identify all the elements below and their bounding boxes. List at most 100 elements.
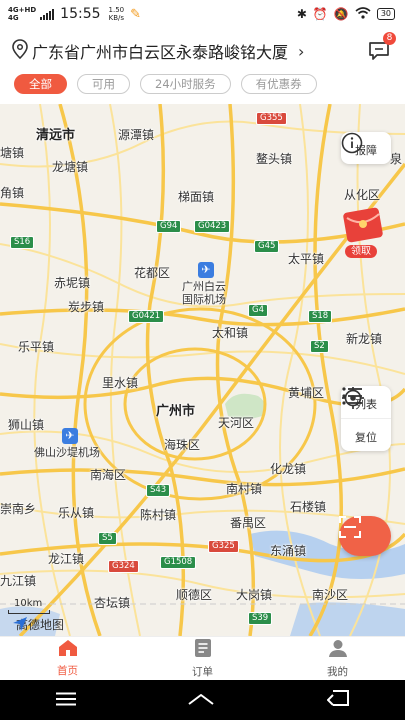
map-view[interactable]: 清远市 源潭镇 塘镇 龙塘镇 角镇 鳌头镇 梯面镇 从化区 泉 赤坭镇 花都区 … [0,104,405,636]
locate-button[interactable]: 复位 [341,387,391,451]
location-pin-icon [12,39,28,63]
road-shield: S39 [248,612,273,625]
report-button[interactable]: 报障 [341,132,391,164]
wifi-icon [355,6,371,22]
filter-all[interactable]: 全部 [14,74,67,94]
road-shield: G94 [156,220,182,233]
locate-label: 复位 [355,431,377,444]
map-place: 顺德区 [176,588,213,602]
map-scale-bar [8,610,50,614]
system-nav-bar [0,680,405,720]
airport-icon: ✈ [198,262,214,278]
map-scale-label: 10km [14,598,43,609]
road-shield: G45 [254,240,280,253]
road-shield: G0423 [194,220,231,233]
airport-name-line2: 国际机场 [182,293,226,306]
map-place: 崇南乡 [0,502,37,516]
profile-icon [328,638,348,661]
airport-icon: ✈ [62,428,78,444]
map-place: 天河区 [218,416,255,430]
tab-home-label: 首页 [57,665,78,677]
map-place: 东涌镇 [270,544,307,558]
order-icon [194,638,212,661]
map-place: 九江镇 [0,574,37,588]
speed-value: 1.50 [108,6,125,14]
road-shield: G1508 [160,556,197,569]
map-logo: 高德地图 [12,616,64,633]
road-shield: S16 [10,236,35,249]
map-place: 新龙镇 [346,332,383,346]
map-place: 狮山镇 [8,418,45,432]
road-shield: S18 [308,310,333,323]
home-icon [58,639,78,660]
map-place: 南沙区 [312,588,349,602]
clock: 15:55 [60,6,101,22]
map-place: 陈村镇 [140,508,177,522]
network-speed: 1.50 KB/s [109,6,125,22]
location-bar[interactable]: 广东省广州市白云区永泰路峻铭大厦 › 8 [0,32,405,68]
road-shield: S43 [146,484,171,497]
filter-chips: 全部 可用 24小时服务 有优惠券 [14,74,317,94]
status-bar: 4G+HD 4G 15:55 1.50 KB/s ✎ ✱ ⏰ 🔕 30 [0,0,405,28]
map-place: 海珠区 [164,438,201,452]
road-shield: S2 [310,340,329,353]
report-card: 报障 [341,132,391,164]
map-place: 泉 [390,152,403,166]
map-place: 塘镇 [0,146,25,160]
map-place: 清远市 [36,128,76,143]
map-place: 太和镇 [212,326,249,340]
message-button[interactable]: 8 [367,32,396,64]
map-place: 花都区 [134,266,171,280]
map-tools-card: 列表 复位 [341,386,391,451]
tab-profile-label: 我的 [327,666,348,678]
network-type-bottom: 4G [8,14,19,22]
map-place: 里水镇 [102,376,139,390]
coupon-button[interactable]: 领取 [337,204,389,258]
map-place: 鳌头镇 [256,152,293,166]
map-place: 大岗镇 [236,588,273,602]
road-shield: G325 [208,540,239,553]
signal-icon [40,8,55,20]
filter-coupon[interactable]: 有优惠券 [240,74,317,94]
road-shield: G355 [256,112,287,125]
battery-icon: 30 [376,8,395,20]
network-indicator: 4G+HD 4G [8,6,36,22]
scan-button[interactable] [339,516,391,556]
map-airport-label: 广州白云 国际机场 [182,280,226,306]
message-count-badge: 8 [383,32,396,45]
map-place: 杏坛镇 [94,596,131,610]
menu-icon[interactable] [56,691,77,710]
map-place: 广州市 [156,404,196,419]
road-shield: G4 [248,304,268,317]
map-place: 黄埔区 [288,386,325,400]
tab-home[interactable]: 首页 [0,637,135,680]
road-shield: S5 [98,532,117,545]
map-place: 从化区 [344,188,381,202]
map-place: 化龙镇 [270,462,307,476]
map-place: 乐平镇 [18,340,55,354]
bluetooth-icon: ✱ [296,7,307,21]
map-place: 梯面镇 [178,190,215,204]
coupon-label: 领取 [345,245,377,258]
filter-available[interactable]: 可用 [77,74,130,94]
chevron-right-icon[interactable]: › [298,42,304,61]
tab-orders[interactable]: 订单 [135,637,270,680]
app-notification-icon: ✎ [130,6,142,22]
map-place: 龙塘镇 [52,160,89,174]
filter-24h[interactable]: 24小时服务 [140,74,231,94]
map-place: 南海区 [90,468,127,482]
back-icon[interactable] [326,690,349,710]
current-address[interactable]: 广东省广州市白云区永泰路峻铭大厦 [32,39,288,63]
speed-unit: KB/s [108,14,125,22]
road-shield: G0421 [128,310,165,323]
bottom-tab-bar: 首页 订单 我的 [0,636,405,680]
map-airport-label: 佛山沙堤机场 [34,446,100,459]
map-place: 太平镇 [288,252,325,266]
alarm-icon: ⏰ [312,7,328,21]
airport-name-line1: 广州白云 [182,280,226,293]
home-nav-icon[interactable] [188,691,215,710]
tab-profile[interactable]: 我的 [270,637,405,680]
tab-orders-label: 订单 [192,666,213,678]
map-place: 南村镇 [226,482,263,496]
map-place: 炭步镇 [68,300,105,314]
